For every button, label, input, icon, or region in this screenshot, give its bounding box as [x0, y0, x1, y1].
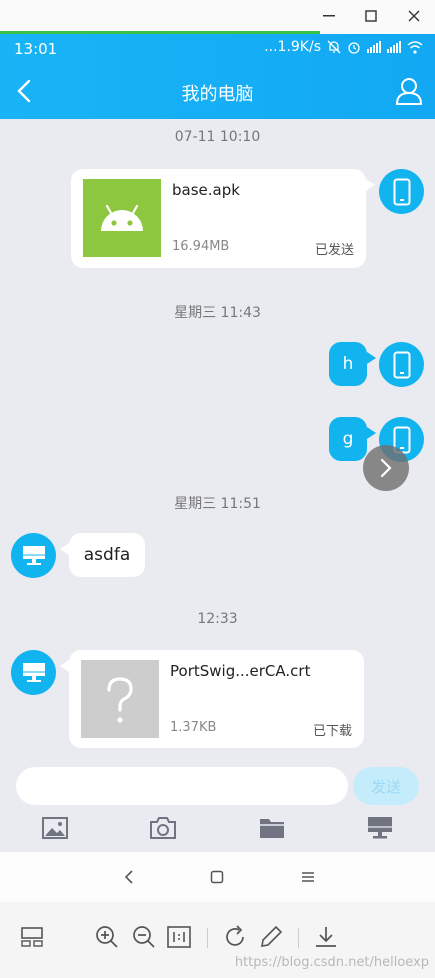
thumbnails-icon[interactable] [19, 924, 45, 950]
toolbar-divider [207, 928, 208, 948]
nav-home-icon[interactable] [208, 868, 226, 886]
camera-icon[interactable] [149, 815, 177, 841]
zoom-in-icon[interactable] [94, 924, 120, 950]
file-message-bubble[interactable]: PortSwig...erCA.crt 1.37KB 已下载 [69, 650, 364, 748]
watermark-text: https://blog.csdn.net/helloexp [234, 955, 429, 970]
timestamp-label: 星期三 11:43 [174, 305, 261, 321]
bubble-tail [367, 427, 376, 439]
window-titlebar [0, 0, 435, 33]
timestamp-label: 星期三 11:51 [174, 496, 261, 512]
file-name: base.apk [172, 181, 240, 199]
computer-avatar[interactable] [11, 533, 56, 578]
text-message-bubble[interactable]: g [329, 417, 367, 461]
user-profile-icon[interactable] [395, 76, 423, 106]
android-nav-bar [0, 852, 435, 902]
send-button[interactable]: 发送 [353, 767, 419, 805]
text-message-bubble[interactable]: asdfa [69, 533, 145, 577]
computer-icon [22, 662, 45, 682]
file-status: 已发送 [314, 243, 354, 258]
computer-icon [22, 545, 45, 565]
maximize-button[interactable] [360, 5, 382, 27]
phone-avatar[interactable] [379, 342, 424, 387]
toolbar-divider [298, 928, 299, 948]
file-message-bubble[interactable]: base.apk 16.94MB 已发送 [71, 169, 366, 268]
alarm-icon [348, 42, 360, 54]
bubble-tail [367, 352, 376, 364]
status-icons: ...1.9K/s [264, 39, 423, 55]
wifi-icon [407, 40, 423, 54]
file-size: 1.37KB [170, 720, 217, 735]
text-message-bubble[interactable]: h [329, 342, 367, 386]
edit-pencil-icon[interactable] [258, 924, 284, 950]
file-status: 已下载 [312, 724, 352, 739]
phone-icon [393, 178, 410, 205]
bubble-tail [60, 660, 69, 672]
zoom-out-icon[interactable] [131, 924, 157, 950]
image-icon[interactable] [41, 815, 69, 841]
android-apk-icon [83, 179, 161, 257]
signal-icon [367, 41, 381, 53]
rotate-icon[interactable] [222, 924, 248, 950]
phone-avatar[interactable] [379, 169, 424, 214]
bubble-tail [366, 179, 375, 191]
bubble-tail [60, 543, 69, 555]
timestamp-label: 12:33 [197, 611, 238, 627]
minimize-icon [323, 15, 335, 17]
viewer-toolbar: https://blog.csdn.net/helloexp [0, 902, 435, 978]
nav-back-icon[interactable] [120, 868, 138, 886]
maximize-icon [365, 10, 377, 22]
minimize-button[interactable] [318, 5, 340, 27]
app-header: 13:01 ...1.9K/s 我的电脑 [0, 34, 435, 119]
unknown-file-icon [81, 660, 159, 738]
chat-area[interactable]: 07-11 10:10 base.apk 16.94MB 已发送 星期三 11:… [0, 119, 435, 852]
nav-menu-icon[interactable] [299, 868, 317, 886]
network-speed: ...1.9K/s [264, 39, 321, 55]
close-icon [408, 10, 420, 22]
download-icon[interactable] [313, 924, 339, 950]
signal-icon-2 [387, 41, 401, 53]
message-input[interactable] [16, 767, 348, 805]
actual-size-icon[interactable] [166, 924, 192, 950]
file-size: 16.94MB [172, 239, 230, 254]
phone-icon [393, 351, 410, 378]
timestamp-label: 07-11 10:10 [174, 129, 261, 145]
chevron-right-icon [380, 458, 392, 478]
computer-avatar[interactable] [11, 650, 56, 695]
mute-bell-icon [327, 40, 341, 54]
close-button[interactable] [403, 5, 425, 27]
scroll-next-button[interactable] [363, 445, 409, 491]
file-name: PortSwig...erCA.crt [170, 662, 311, 680]
page-title: 我的电脑 [181, 84, 254, 105]
computer-tool-icon[interactable] [366, 815, 394, 841]
folder-icon[interactable] [258, 815, 286, 841]
status-time: 13:01 [14, 40, 58, 58]
